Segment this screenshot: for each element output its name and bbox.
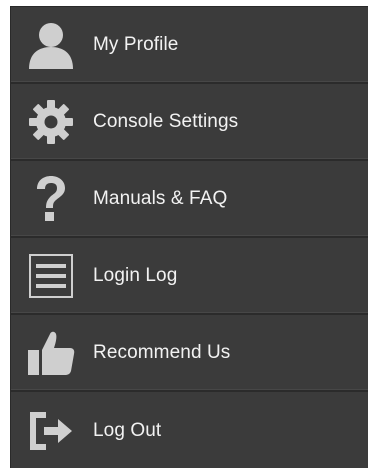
menu-item-console-settings[interactable]: Console Settings	[11, 84, 368, 161]
menu-item-my-profile[interactable]: My Profile	[11, 7, 368, 84]
thumbs-up-icon	[23, 328, 79, 378]
menu-item-label: My Profile	[93, 33, 179, 55]
user-icon	[23, 20, 79, 70]
menu-item-label: Log Out	[93, 419, 162, 441]
logout-icon	[23, 406, 79, 456]
side-menu: My Profile Console Settings Manuals & FA…	[10, 6, 368, 468]
menu-item-log-out[interactable]: Log Out	[11, 392, 368, 469]
question-mark-icon	[23, 174, 79, 224]
menu-item-label: Recommend Us	[93, 341, 231, 363]
menu-item-login-log[interactable]: Login Log	[11, 238, 368, 315]
list-icon	[23, 251, 79, 301]
menu-item-manuals-faq[interactable]: Manuals & FAQ	[11, 161, 368, 238]
gear-icon	[23, 97, 79, 147]
menu-item-label: Manuals & FAQ	[93, 187, 228, 209]
menu-item-label: Console Settings	[93, 110, 239, 132]
menu-item-recommend-us[interactable]: Recommend Us	[11, 315, 368, 392]
menu-item-label: Login Log	[93, 264, 178, 286]
